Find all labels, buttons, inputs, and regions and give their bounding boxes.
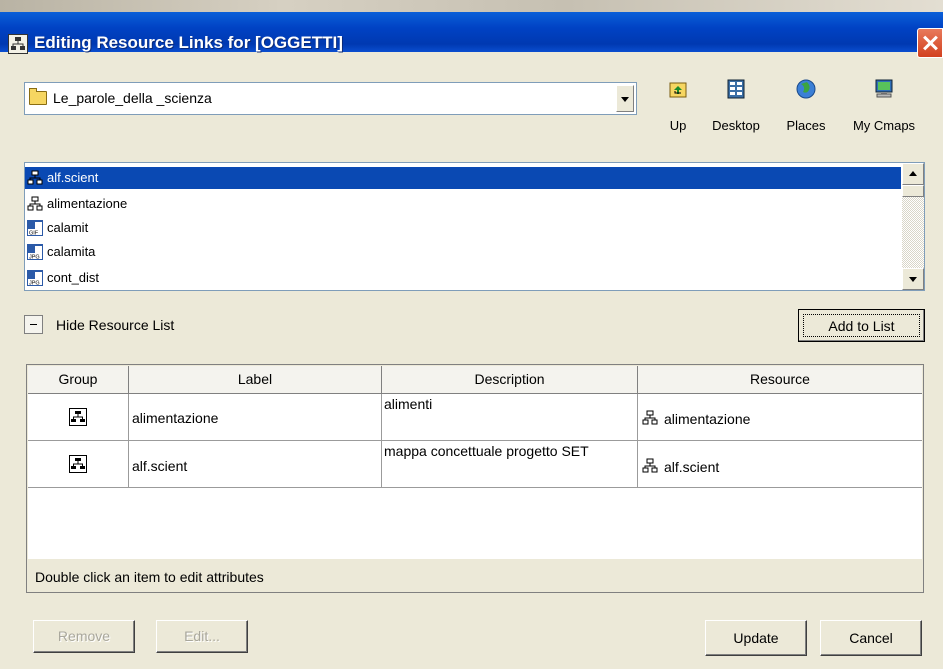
update-button[interactable]: Update	[705, 620, 807, 656]
description-cell: alimenti	[382, 394, 638, 441]
table-row[interactable]: alf.scient mappa concettuale progetto SE…	[28, 441, 922, 488]
resource-text: alimentazione	[664, 411, 751, 427]
column-header-description[interactable]: Description	[382, 366, 638, 394]
add-to-list-button[interactable]: Add to List	[798, 309, 925, 342]
my-cmaps-label: My Cmaps	[852, 118, 916, 133]
svg-text:GIF: GIF	[29, 231, 39, 237]
scroll-thumb[interactable]	[902, 185, 924, 197]
jpg-image-icon: JPG	[27, 270, 43, 286]
cmap-app-icon	[8, 34, 28, 54]
list-item-label: alf.scient	[47, 170, 99, 185]
hide-resource-list-toggle[interactable]	[24, 315, 43, 334]
up-button[interactable]: Up	[656, 78, 700, 133]
resource-links-table[interactable]: Group Label Description Resource aliment…	[26, 364, 924, 593]
group-cell	[28, 394, 129, 441]
my-cmaps-button[interactable]: My Cmaps	[843, 78, 925, 133]
edit-button[interactable]: Edit...	[156, 620, 248, 653]
cmap-icon	[642, 410, 658, 425]
title-bar[interactable]: Editing Resource Links for [OGGETTI]	[0, 12, 943, 58]
remove-button[interactable]: Remove	[33, 620, 135, 653]
gif-image-icon: GIF	[27, 220, 43, 236]
resource-cell: alf.scient	[638, 441, 922, 488]
list-item-label: alimentazione	[47, 196, 128, 211]
hide-resource-list-label: Hide Resource List	[56, 317, 175, 333]
description-text: mappa concettuale progetto SET	[384, 443, 589, 459]
label-cell: alf.scient	[129, 441, 382, 488]
list-item[interactable]: JPG cont_dist	[25, 267, 901, 289]
desktop-icon	[725, 78, 747, 100]
list-item[interactable]: GIF calamit	[25, 217, 901, 239]
table-body: Group Label Description Resource aliment…	[28, 366, 922, 559]
folder-dropdown[interactable]: Le_parole_della _scienza	[24, 82, 637, 115]
group-cmap-icon	[69, 455, 87, 473]
places-label: Places	[786, 118, 826, 133]
table-row[interactable]: alimentazione alimenti alimentazione	[28, 394, 922, 441]
list-item-label: cont_dist	[47, 270, 100, 285]
close-button[interactable]	[917, 28, 943, 58]
folder-icon	[29, 88, 47, 105]
cmap-icon	[27, 196, 43, 211]
window-title: Editing Resource Links for [OGGETTI]	[34, 33, 343, 52]
cmap-icon	[642, 458, 658, 473]
chevron-down-icon[interactable]	[616, 85, 634, 112]
group-cell	[28, 441, 129, 488]
label-text: alimentazione	[132, 410, 219, 426]
jpg-image-icon: JPG	[27, 244, 43, 260]
column-header-group[interactable]: Group	[28, 366, 129, 394]
column-header-label[interactable]: Label	[129, 366, 382, 394]
label-text: alf.scient	[132, 458, 188, 474]
svg-text:JPG: JPG	[29, 255, 40, 261]
up-label: Up	[669, 118, 687, 133]
cancel-button[interactable]: Cancel	[820, 620, 922, 656]
list-item[interactable]: JPG calamita	[25, 241, 901, 263]
places-button[interactable]: Places	[776, 78, 836, 133]
list-item[interactable]: alf.scient	[25, 167, 901, 189]
list-item[interactable]: alimentazione	[25, 193, 901, 215]
computer-icon	[873, 78, 895, 100]
label-cell: alimentazione	[129, 394, 382, 441]
list-item-label: calamita	[47, 244, 96, 259]
folder-up-icon	[667, 78, 689, 100]
description-cell: mappa concettuale progetto SET	[382, 441, 638, 488]
file-list-scrollbar[interactable]	[902, 163, 924, 290]
folder-dropdown-value: Le_parole_della _scienza	[53, 90, 212, 106]
status-hint: Double click an item to edit attributes	[35, 569, 264, 585]
scroll-up-button[interactable]	[902, 163, 924, 185]
add-to-list-label: Add to List	[828, 318, 895, 334]
cmap-icon	[27, 170, 43, 185]
list-item-label: calamit	[47, 220, 89, 235]
globe-icon	[795, 78, 817, 100]
background-strip	[0, 0, 943, 12]
scroll-down-button[interactable]	[902, 268, 924, 290]
desktop-label: Desktop	[712, 118, 760, 133]
column-header-resource[interactable]: Resource	[638, 366, 922, 394]
resource-cell: alimentazione	[638, 394, 922, 441]
description-text: alimenti	[384, 396, 433, 412]
group-cmap-icon	[69, 408, 87, 426]
resource-file-list[interactable]: alf.scient alimentazione GIF calamit JPG…	[24, 162, 925, 291]
svg-text:JPG: JPG	[29, 281, 40, 287]
desktop-button[interactable]: Desktop	[704, 78, 768, 133]
resource-text: alf.scient	[664, 459, 720, 475]
